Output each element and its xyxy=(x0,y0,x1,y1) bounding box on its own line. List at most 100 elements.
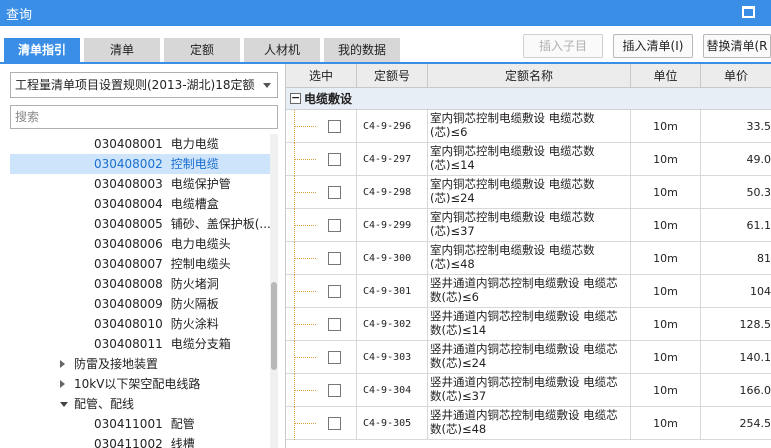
tree-item-label: 配管 xyxy=(170,417,195,431)
tree-item-code: 030408004 xyxy=(94,197,163,211)
group-row[interactable]: − 电缆敷设 xyxy=(286,88,771,110)
select-cell xyxy=(286,209,357,242)
tree-item-label: 防火涂料 xyxy=(170,317,219,331)
tree-connector xyxy=(294,225,316,226)
cell-unit: 10m xyxy=(631,176,701,209)
tab-list-guide[interactable]: 清单指引 xyxy=(4,38,80,62)
cell-unit: 10m xyxy=(631,143,701,176)
tree-folder[interactable]: 配管、配线 xyxy=(10,394,270,414)
insert-list-button[interactable]: 插入清单(I) xyxy=(613,34,693,58)
tree-folder[interactable]: 10kV以下架空配电线路 xyxy=(10,374,270,394)
tree-connector xyxy=(294,357,316,358)
select-cell xyxy=(286,242,357,275)
tree-scrollbar[interactable] xyxy=(270,134,278,448)
tree-item-label: 防火隔板 xyxy=(170,297,219,311)
tree-item[interactable]: 030408011 电缆分支箱 xyxy=(10,334,270,354)
row-checkbox[interactable] xyxy=(328,384,341,397)
row-checkbox[interactable] xyxy=(328,318,341,331)
header-select[interactable]: 选中 xyxy=(286,64,357,88)
cell-price: 49.0 xyxy=(746,153,771,166)
row-checkbox[interactable] xyxy=(328,186,341,199)
cell-name: 竖井通道内铜芯控制电缆敷设 电缆芯数(芯)≤6 xyxy=(428,275,631,308)
tab-materials[interactable]: 人材机 xyxy=(244,38,320,62)
table-row[interactable]: C4-9-296 室内铜芯控制电缆敷设 电缆芯数(芯)≤6 10m 33.5 xyxy=(286,110,771,143)
table-row[interactable]: C4-9-305 竖井通道内铜芯控制电缆敷设 电缆芯数(芯)≤48 10m 254.5 xyxy=(286,407,771,440)
row-checkbox[interactable] xyxy=(328,252,341,265)
tree-item[interactable]: 030408010 防火涂料 xyxy=(10,314,270,334)
collapse-icon[interactable]: − xyxy=(290,92,301,104)
tree-connector xyxy=(294,291,316,292)
table-row[interactable]: C4-9-300 室内铜芯控制电缆敷设 电缆芯数(芯)≤48 10m 81 xyxy=(286,242,771,275)
chevron-right-icon[interactable] xyxy=(60,360,65,368)
cell-unit: 10m xyxy=(631,275,701,308)
table-row[interactable]: C4-9-302 竖井通道内铜芯控制电缆敷设 电缆芯数(芯)≤14 10m 128.5 xyxy=(286,308,771,341)
select-cell xyxy=(286,275,357,308)
tree-item[interactable]: 030408009 防火隔板 xyxy=(10,294,270,314)
tree-item-label: 控制电缆头 xyxy=(170,257,231,271)
table-row[interactable]: C4-9-301 竖井通道内铜芯控制电缆敷设 电缆芯数(芯)≤6 10m 104 xyxy=(286,275,771,308)
row-checkbox[interactable] xyxy=(328,120,341,133)
select-cell xyxy=(286,407,357,440)
maximize-icon[interactable] xyxy=(742,6,755,18)
tab-list[interactable]: 清单 xyxy=(84,38,160,62)
table-row[interactable]: C4-9-303 竖井通道内铜芯控制电缆敷设 电缆芯数(芯)≤24 10m 140.1 xyxy=(286,341,771,374)
row-checkbox[interactable] xyxy=(328,285,341,298)
tree-item[interactable]: 030408008 防火堵洞 xyxy=(10,274,270,294)
table-row[interactable]: C4-9-304 竖井通道内铜芯控制电缆敷设 电缆芯数(芯)≤37 10m 166.0 xyxy=(286,374,771,407)
ruleset-select[interactable]: 工程量清单项目设置规则(2013-湖北)18定额 xyxy=(10,72,278,98)
tree-item[interactable]: 030408003 电缆保护管 xyxy=(10,174,270,194)
tree-item-label: 电力电缆 xyxy=(170,137,219,151)
list-tree: 030408001 电力电缆 030408002 控制电缆 030408003 电缆保护管… xyxy=(10,134,280,448)
tree-connector xyxy=(294,324,316,325)
table-row[interactable]: C4-9-297 室内铜芯控制电缆敷设 电缆芯数(芯)≤14 10m 49.0 xyxy=(286,143,771,176)
cell-code: C4-9-303 xyxy=(357,341,428,374)
table-row[interactable]: C4-9-298 室内铜芯控制电缆敷设 电缆芯数(芯)≤24 10m 50.3 xyxy=(286,176,771,209)
cell-unit: 10m xyxy=(631,374,701,407)
tree-item-code: 030408010 xyxy=(94,317,163,331)
tree-item[interactable]: 030408005 铺砂、盖保护板(... xyxy=(10,214,271,234)
tree-item[interactable]: 030411001 配管 xyxy=(10,414,270,434)
tree-item-code: 030411001 xyxy=(94,417,163,431)
cell-code: C4-9-304 xyxy=(357,374,428,407)
insert-child-button[interactable]: 插入子目 xyxy=(523,34,603,58)
cell-name: 室内铜芯控制电缆敷设 电缆芯数(芯)≤14 xyxy=(428,143,631,176)
header-price[interactable]: 单价 xyxy=(701,64,771,88)
table-row[interactable]: C4-9-299 室内铜芯控制电缆敷设 电缆芯数(芯)≤37 10m 61.1 xyxy=(286,209,771,242)
tree-item[interactable]: 030411002 线槽 xyxy=(10,434,270,448)
tree-item-label: 电缆保护管 xyxy=(170,177,231,191)
replace-list-button[interactable]: 替换清单(R xyxy=(703,34,771,58)
quota-grid: 选中 定额号 定额名称 单位 单价 − 电缆敷设 C4-9-296 室内铜芯控制电… xyxy=(286,64,771,448)
header-unit[interactable]: 单位 xyxy=(631,64,701,88)
tree-connector xyxy=(294,390,316,391)
header-name[interactable]: 定额名称 xyxy=(428,64,631,88)
tree-item[interactable]: 030408007 控制电缆头 xyxy=(10,254,270,274)
cell-name: 室内铜芯控制电缆敷设 电缆芯数(芯)≤37 xyxy=(428,209,631,242)
cell-code: C4-9-297 xyxy=(357,143,428,176)
cell-price: 81 xyxy=(757,252,771,265)
search-input[interactable] xyxy=(10,105,278,129)
tab-quota[interactable]: 定额 xyxy=(164,38,240,62)
chevron-down-icon[interactable] xyxy=(60,402,68,407)
scrollbar-thumb[interactable] xyxy=(271,282,277,370)
row-checkbox[interactable] xyxy=(328,417,341,430)
tab-my-data[interactable]: 我的数据 xyxy=(324,38,400,62)
tree-item-code: 030408007 xyxy=(94,257,163,271)
cell-code: C4-9-299 xyxy=(357,209,428,242)
chevron-right-icon[interactable] xyxy=(60,380,65,388)
tree-folder[interactable]: 防雷及接地装置 xyxy=(10,354,270,374)
tree-item-code: 030408005 xyxy=(94,217,163,231)
cell-name: 竖井通道内铜芯控制电缆敷设 电缆芯数(芯)≤24 xyxy=(428,341,631,374)
header-code[interactable]: 定额号 xyxy=(357,64,428,88)
cell-price: 128.5 xyxy=(739,318,771,331)
cell-price: 254.5 xyxy=(739,417,771,430)
tree-item[interactable]: 030408002 控制电缆 xyxy=(10,154,270,174)
tree-item[interactable]: 030408001 电力电缆 xyxy=(10,134,270,154)
tree-item[interactable]: 030408006 电力电缆头 xyxy=(10,234,270,254)
cell-unit: 10m xyxy=(631,242,701,275)
row-checkbox[interactable] xyxy=(328,153,341,166)
row-checkbox[interactable] xyxy=(328,351,341,364)
tree-item[interactable]: 030408004 电缆槽盒 xyxy=(10,194,270,214)
row-checkbox[interactable] xyxy=(328,219,341,232)
title-bar: 查询 xyxy=(0,0,771,26)
chevron-down-icon xyxy=(263,83,271,88)
